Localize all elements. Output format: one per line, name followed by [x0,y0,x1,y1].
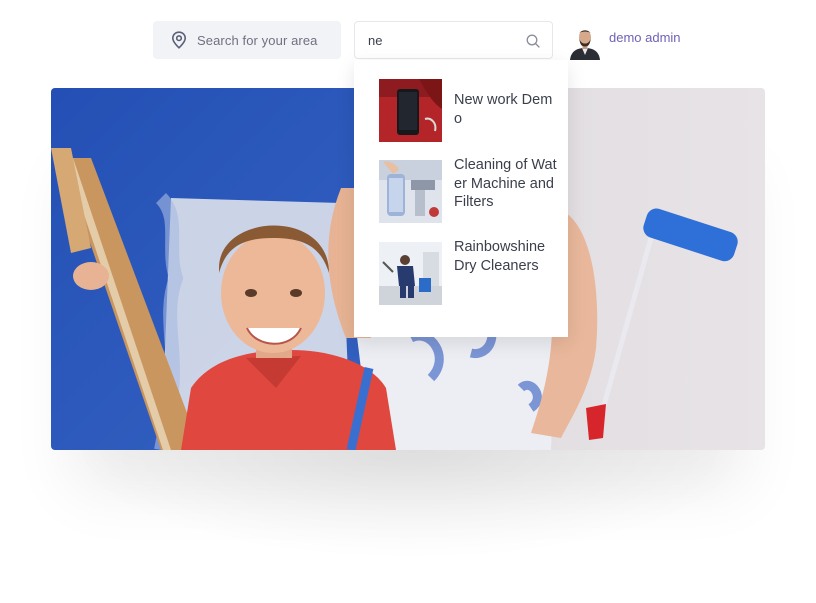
search-result-item[interactable]: New work Demo [379,79,559,142]
keyword-search-box [354,21,553,59]
water-filter-thumbnail [379,160,442,223]
search-icon[interactable] [526,34,540,48]
search-result-title: Cleaning of Water Machine and Filters [454,157,557,210]
cleaning-worker-thumbnail [379,242,442,305]
user-name: demo admin [609,29,681,45]
search-result-title: New work Demo [454,92,553,127]
search-result-item[interactable]: Cleaning of Water Machine and Filters [379,157,559,223]
keyword-search-input[interactable] [355,21,520,59]
area-search-button[interactable]: Search for your area [153,21,341,59]
avatar [570,30,600,60]
area-search-label: Search for your area [197,32,318,48]
search-result-item[interactable]: Rainbowshine Dry Cleaners [379,239,559,305]
phone-thumbnail [379,79,442,142]
hero-shadow [70,450,750,560]
map-pin-icon [171,31,187,49]
search-result-title: Rainbowshine Dry Cleaners [454,239,546,274]
search-results-dropdown: New work Demo Cleaning of Water Machine … [354,60,568,337]
user-menu[interactable]: demo admin [569,26,681,60]
